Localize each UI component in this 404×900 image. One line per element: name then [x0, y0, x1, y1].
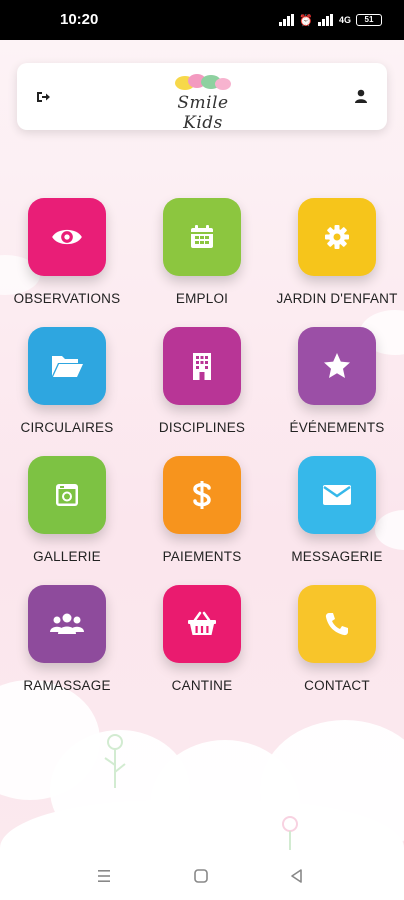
circulaires-button[interactable] — [28, 327, 106, 405]
ramassage-label: RAMASSAGE — [23, 678, 111, 693]
network-label: 4G — [338, 15, 351, 25]
menu-item-circulaires[interactable]: CIRCULAIRES — [2, 327, 132, 447]
gallerie-label: GALLERIE — [33, 549, 101, 564]
emploi-label: EMPLOI — [175, 291, 229, 306]
logo-text: Smile Kids — [177, 93, 229, 133]
alarm-icon: ⏰ — [299, 14, 313, 27]
paiements-button[interactable] — [163, 456, 241, 534]
menu-item-disciplines[interactable]: DISCIPLINES — [137, 327, 267, 447]
jardin-button[interactable] — [298, 198, 376, 276]
cantine-label: CANTINE — [171, 678, 233, 693]
gear-icon — [325, 225, 349, 249]
messagerie-label: MESSAGERIE — [291, 549, 383, 564]
menu-item-emploi[interactable]: EMPLOI — [137, 198, 267, 318]
home-icon[interactable] — [191, 866, 211, 886]
logout-icon[interactable] — [35, 89, 51, 105]
back-icon[interactable] — [287, 866, 307, 886]
menu-item-ramassage[interactable]: RAMASSAGE — [2, 585, 132, 705]
eye-icon — [52, 229, 82, 245]
building-icon — [193, 353, 211, 380]
app-logo: Smile Kids — [155, 71, 251, 133]
folder-open-icon — [52, 356, 83, 377]
user-icon[interactable] — [353, 88, 369, 104]
menu-item-observations[interactable]: OBSERVATIONS — [2, 198, 132, 318]
phone-icon — [325, 613, 348, 636]
contact-label: CONTACT — [304, 678, 370, 693]
cantine-button[interactable] — [163, 585, 241, 663]
menu-item-messagerie[interactable]: MESSAGERIE — [272, 456, 402, 576]
menu-item-gallerie[interactable]: GALLERIE — [2, 456, 132, 576]
header-card: Smile Kids — [17, 63, 387, 133]
users-icon — [50, 613, 84, 634]
evenements-label: ÉVÉNEMENTS — [289, 420, 385, 435]
status-bar: 10:20 ⏰ 4G 51 — [0, 0, 404, 40]
envelope-icon — [323, 485, 351, 505]
menu-item-paiements[interactable]: PAIEMENTS — [137, 456, 267, 576]
photo-icon — [56, 484, 78, 506]
flower-decoration — [104, 734, 126, 788]
app-screen: Smile Kids OBSERVATIONS EMPLOI JARDIN D'… — [0, 40, 404, 852]
signal-icon — [279, 14, 295, 26]
menu-item-jardin[interactable]: JARDIN D'ENFANT — [272, 198, 402, 318]
menu-item-evenements[interactable]: ÉVÉNEMENTS — [272, 327, 402, 447]
contact-button[interactable] — [298, 585, 376, 663]
battery-icon: 51 — [356, 14, 382, 26]
flower-decoration-2 — [282, 816, 298, 850]
circulaires-label: CIRCULAIRES — [20, 420, 114, 435]
ramassage-button[interactable] — [28, 585, 106, 663]
basket-icon — [188, 611, 216, 635]
system-nav-bar — [0, 852, 404, 900]
star-icon — [324, 353, 350, 378]
gallerie-button[interactable] — [28, 456, 106, 534]
emploi-button[interactable] — [163, 198, 241, 276]
paiements-label: PAIEMENTS — [162, 549, 242, 564]
status-time: 10:20 — [60, 11, 99, 28]
evenements-button[interactable] — [298, 327, 376, 405]
messagerie-button[interactable] — [298, 456, 376, 534]
dollar-icon — [193, 481, 211, 509]
observations-label: OBSERVATIONS — [13, 291, 121, 306]
menu-item-contact[interactable]: CONTACT — [272, 585, 402, 705]
disciplines-button[interactable] — [163, 327, 241, 405]
jardin-label: JARDIN D'ENFANT — [276, 291, 398, 306]
signal-icon-2 — [317, 14, 333, 26]
recent-apps-icon[interactable] — [94, 866, 114, 886]
status-icons: ⏰ 4G 51 — [279, 13, 382, 27]
menu-item-cantine[interactable]: CANTINE — [137, 585, 267, 705]
disciplines-label: DISCIPLINES — [158, 420, 246, 435]
observations-button[interactable] — [28, 198, 106, 276]
battery-level: 51 — [364, 15, 374, 24]
calendar-icon — [191, 225, 213, 248]
